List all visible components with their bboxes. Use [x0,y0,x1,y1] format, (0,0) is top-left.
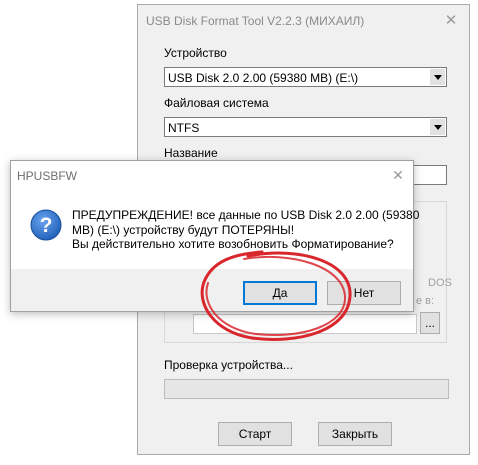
chevron-down-icon[interactable] [430,69,445,85]
message-line: Вы действительно хотите возобновить Форм… [72,237,394,251]
verify-label: Проверка устройства... [164,358,293,372]
window-title: USB Disk Format Tool V2.2.3 (МИХАИЛ) [146,14,365,28]
svg-text:?: ? [40,214,53,237]
dialog-title-bar: HPUSBFW ✕ [11,161,413,189]
dialog-body: ? ПРЕДУПРЕЖДЕНИЕ! все данные по USB Disk… [11,189,420,269]
no-label: Нет [353,286,375,300]
name-label: Название [164,146,218,160]
start-button[interactable]: Старт [218,422,292,446]
close-icon[interactable]: ✕ [433,5,469,35]
device-select[interactable]: USB Disk 2.0 2.00 (59380 MB) (E:\) [164,67,447,87]
confirmation-dialog: HPUSBFW ✕ ? ПРЕДУПРЕЖДЕНИЕ! все данные п… [10,160,420,312]
message-line: ПРЕДУПРЕЖДЕНИЕ! все данные по USB Disk 2… [72,208,420,222]
path-label-fragment: е в: [416,295,435,307]
dialog-title: HPUSBFW [17,169,77,183]
browse-label: ... [424,316,435,330]
yes-label: Да [272,286,288,300]
yes-button[interactable]: Да [243,281,317,305]
title-bar: USB Disk Format Tool V2.2.3 (МИХАИЛ) ✕ [138,5,469,35]
close-icon[interactable]: ✕ [383,161,413,189]
no-button[interactable]: Нет [327,281,401,305]
device-value: USB Disk 2.0 2.00 (59380 MB) (E:\) [168,71,359,85]
filesystem-select[interactable]: NTFS [164,117,447,137]
progress-bar [164,379,449,399]
start-label: Старт [238,427,272,441]
filesystem-label: Файловая система [164,96,269,110]
browse-button[interactable]: ... [420,312,440,334]
question-icon: ? [30,209,62,241]
path-input[interactable] [193,314,417,334]
filesystem-value: NTFS [168,121,200,135]
device-label: Устройство [164,46,227,60]
message-line: MB) (E:\) устройству будут ПОТЕРЯНЫ! [72,222,295,237]
dos-option-fragment: DOS [428,277,452,289]
dialog-message: ПРЕДУПРЕЖДЕНИЕ! все данные по USB Disk 2… [72,208,420,252]
close-label: Закрыть [331,427,379,441]
close-button[interactable]: Закрыть [318,422,392,446]
chevron-down-icon[interactable] [430,119,445,135]
